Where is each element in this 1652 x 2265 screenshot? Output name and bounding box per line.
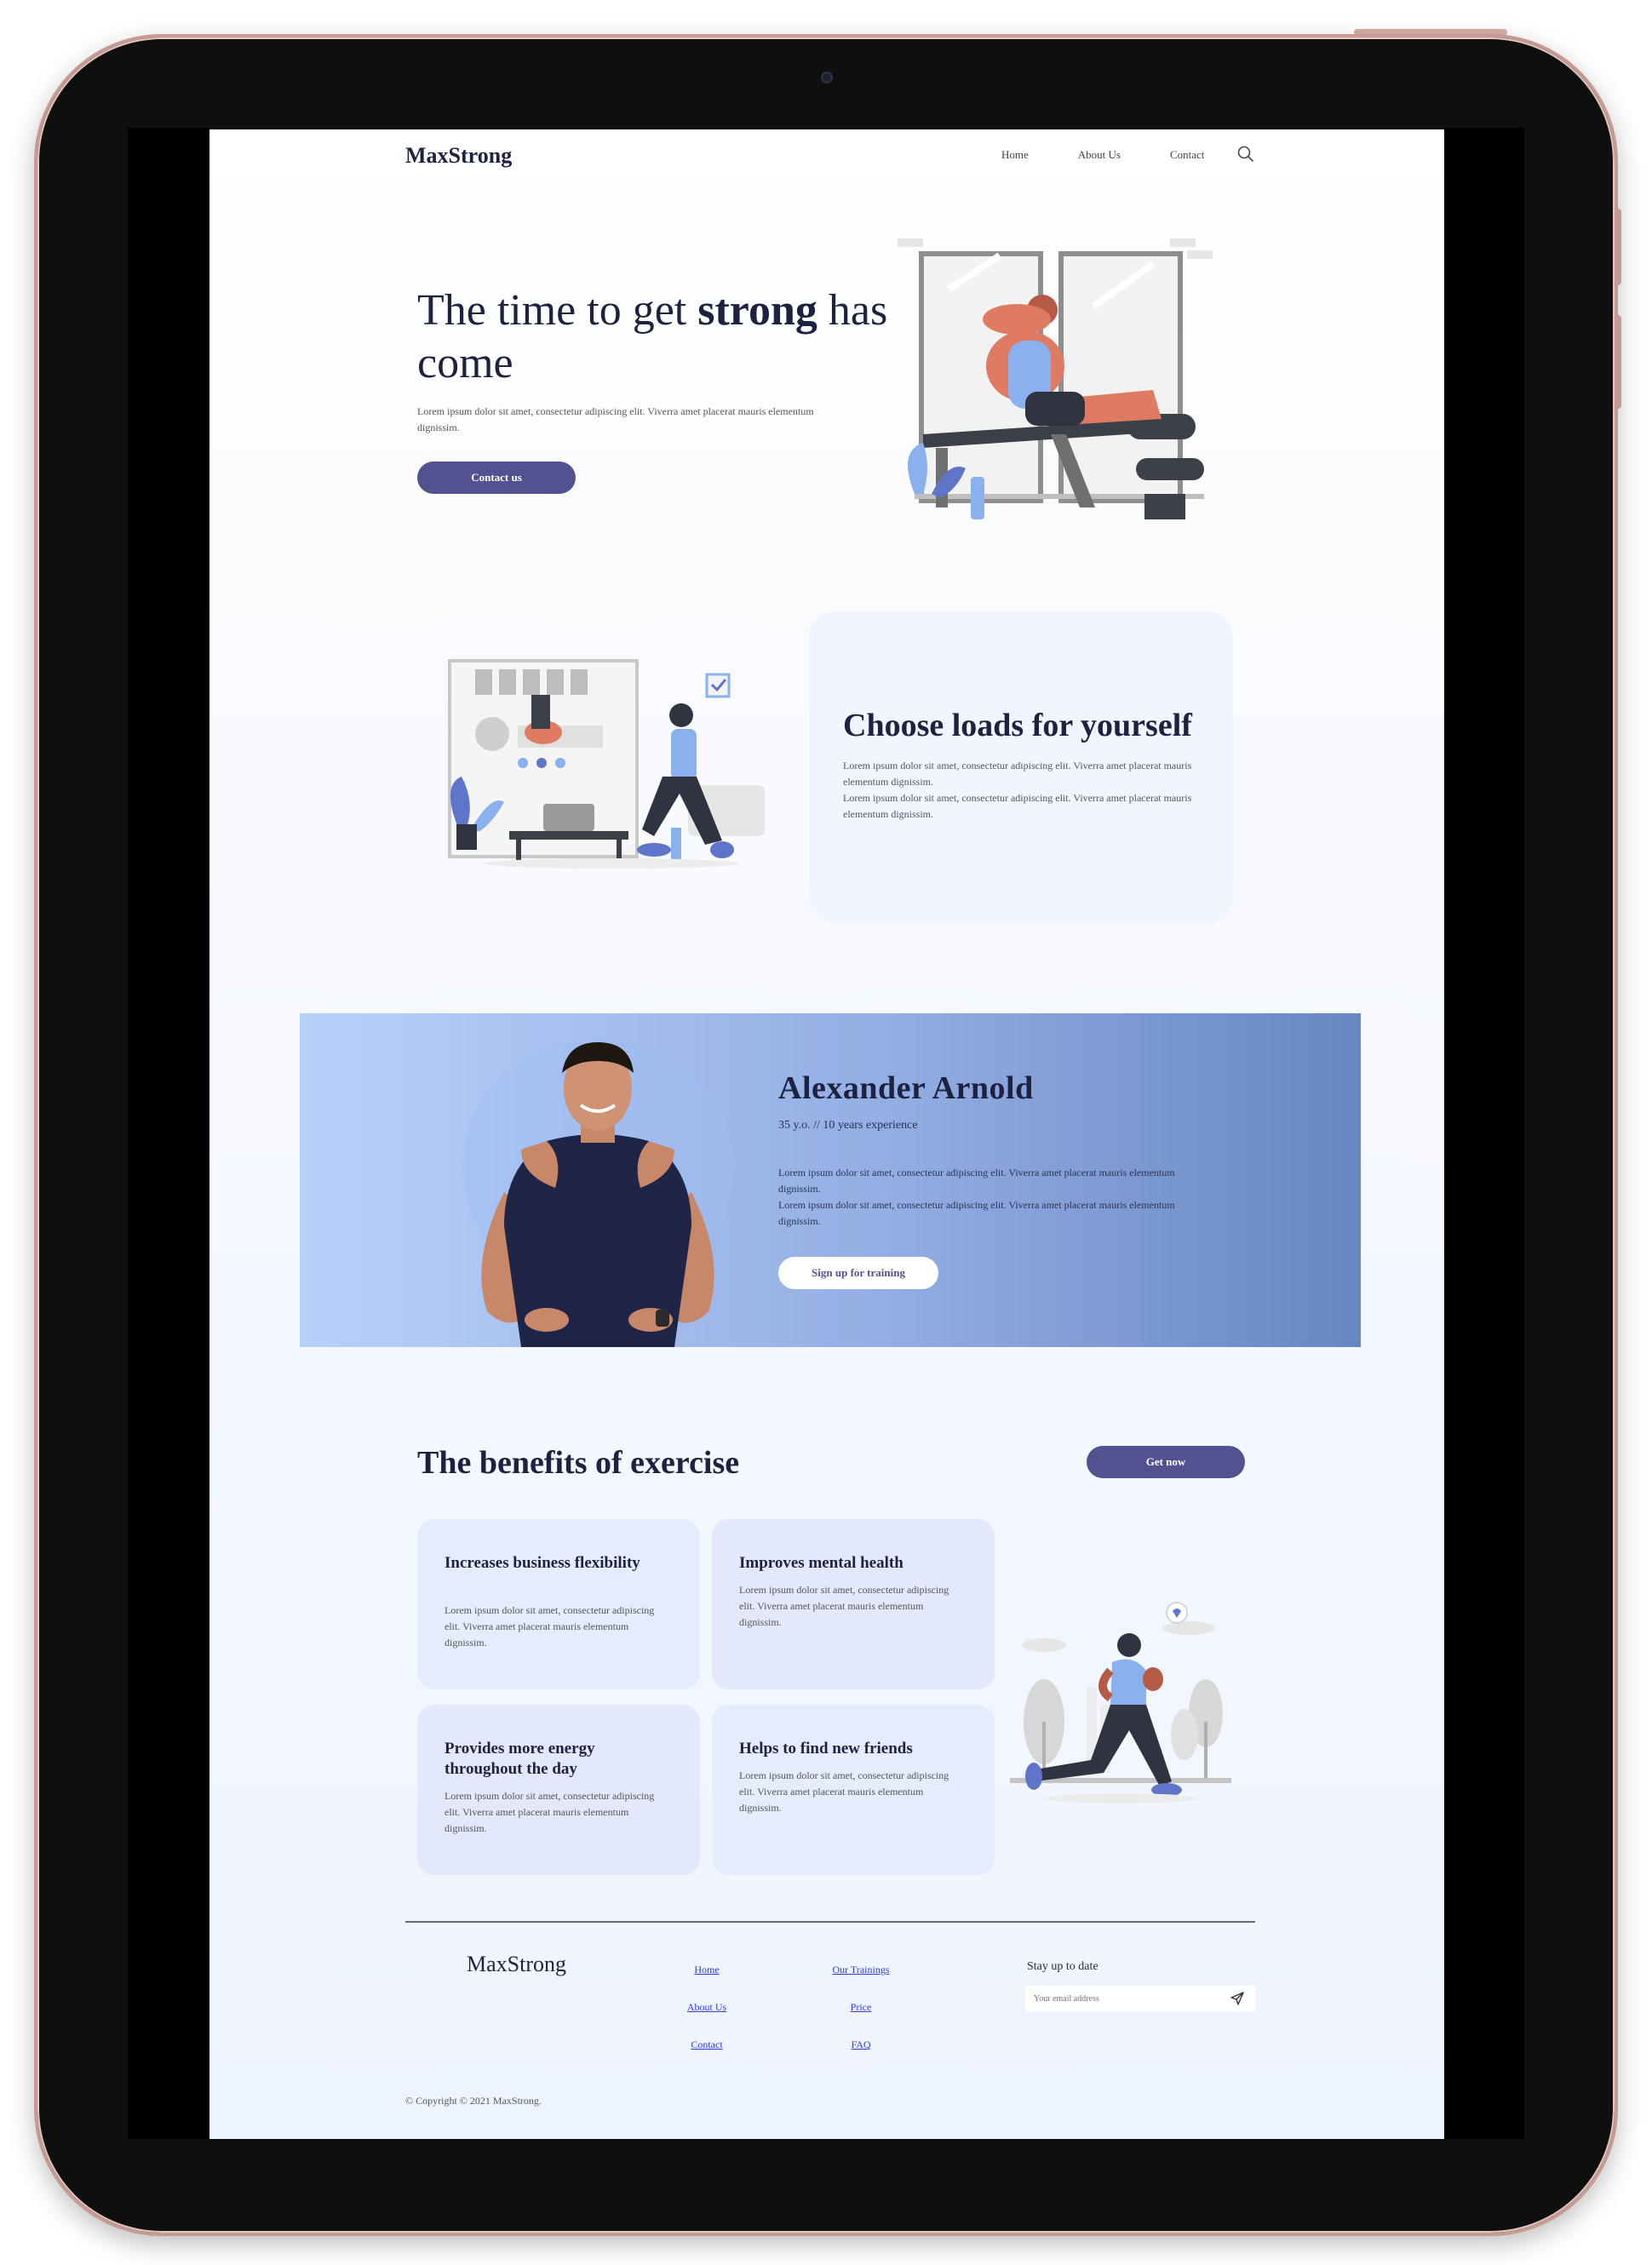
- benefit-title: Helps to find new friends: [739, 1740, 913, 1758]
- benefit-card: Provides more energy throughout the day …: [417, 1705, 700, 1875]
- footer-link-price[interactable]: Price: [810, 2001, 912, 2014]
- hero-title: The time to get strong has come: [417, 286, 888, 387]
- trainer-paragraph-1: Lorem ipsum dolor sit amet, consectetur …: [778, 1167, 1175, 1195]
- home-workout-illustration: [448, 659, 765, 869]
- trainer-description: Lorem ipsum dolor sit amet, consectetur …: [778, 1165, 1179, 1230]
- benefit-card: Increases business flexibility Lorem ips…: [417, 1519, 700, 1689]
- sign-up-training-button[interactable]: Sign up for training: [778, 1257, 938, 1289]
- loads-card: Choose loads for yourself Lorem ipsum do…: [809, 611, 1233, 923]
- trainer-name: Alexander Arnold: [778, 1070, 1034, 1106]
- footer-link-home[interactable]: Home: [656, 1964, 758, 1976]
- benefit-card: Improves mental health Lorem ipsum dolor…: [712, 1519, 995, 1689]
- footer-logo[interactable]: MaxStrong: [467, 1952, 566, 1977]
- benefit-text: Lorem ipsum dolor sit amet, consectetur …: [739, 1584, 949, 1628]
- nav-menu: Home About Us Contact: [1001, 148, 1204, 162]
- loads-paragraph-1: Lorem ipsum dolor sit amet, consectetur …: [843, 760, 1192, 788]
- camera-icon: [821, 72, 833, 83]
- benefit-text: Lorem ipsum dolor sit amet, consectetur …: [445, 1604, 655, 1649]
- search-icon[interactable]: [1236, 145, 1255, 163]
- footer-link-about[interactable]: About Us: [656, 2001, 758, 2014]
- benefit-title: Provides more energy throughout the day: [445, 1740, 595, 1778]
- trainer-photo: [462, 1039, 734, 1347]
- newsletter-label: Stay up to date: [1027, 1960, 1098, 1973]
- newsletter-email-input[interactable]: [1025, 1986, 1255, 2011]
- runner-illustration: [1010, 1602, 1231, 1803]
- loads-description: Lorem ipsum dolor sit amet, consectetur …: [843, 758, 1209, 823]
- send-icon[interactable]: [1230, 1991, 1245, 2006]
- get-now-button[interactable]: Get now: [1087, 1446, 1245, 1478]
- benefits-title: The benefits of exercise: [417, 1445, 740, 1481]
- bench-workout-illustration: [898, 238, 1213, 519]
- benefit-title: Improves mental health: [739, 1554, 903, 1572]
- contact-us-button[interactable]: Contact us: [417, 462, 576, 494]
- trainer-paragraph-2: Lorem ipsum dolor sit amet, consectetur …: [778, 1199, 1175, 1227]
- nav-link-contact[interactable]: Contact: [1170, 148, 1204, 162]
- nav-link-about[interactable]: About Us: [1078, 148, 1121, 162]
- footer-link-faq[interactable]: FAQ: [810, 2038, 912, 2051]
- web-page: MaxStrong Home About Us Contact The time…: [209, 129, 1444, 2139]
- nav-logo[interactable]: MaxStrong: [405, 143, 512, 169]
- loads-title: Choose loads for yourself: [843, 708, 1192, 743]
- benefit-card: Helps to find new friends Lorem ipsum do…: [712, 1705, 995, 1875]
- benefit-text: Lorem ipsum dolor sit amet, consectetur …: [739, 1769, 949, 1814]
- footer-link-trainings[interactable]: Our Trainings: [810, 1964, 912, 1976]
- nav-link-home[interactable]: Home: [1001, 148, 1029, 162]
- benefit-title: Increases business flexibility: [445, 1554, 640, 1572]
- trainer-experience: 35 y.o. // 10 years experience: [778, 1119, 918, 1132]
- loads-paragraph-2: Lorem ipsum dolor sit amet, consectetur …: [843, 792, 1192, 820]
- footer-link-contact[interactable]: Contact: [656, 2038, 758, 2051]
- copyright: © Copyright © 2021 MaxStrong.: [405, 2095, 542, 2107]
- benefit-text: Lorem ipsum dolor sit amet, consectetur …: [445, 1790, 655, 1834]
- hero-description: Lorem ipsum dolor sit amet, consectetur …: [417, 405, 814, 433]
- footer-divider: [405, 1921, 1255, 1923]
- trainer-banner: Alexander Arnold 35 y.o. // 10 years exp…: [300, 1013, 1361, 1347]
